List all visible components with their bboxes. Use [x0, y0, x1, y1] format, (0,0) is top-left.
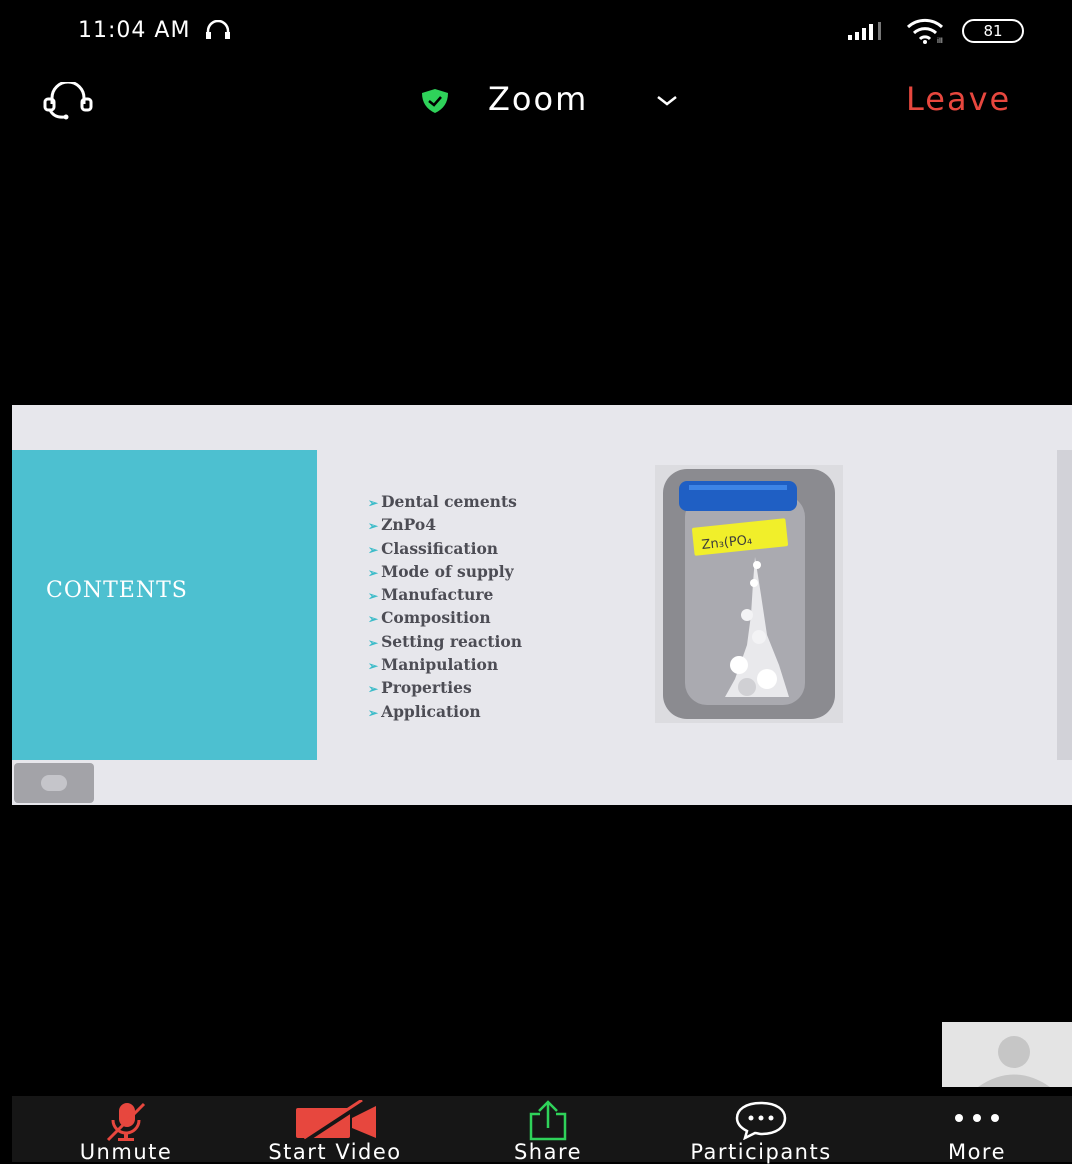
meeting-title[interactable]: Zoom — [488, 80, 588, 118]
list-item: ➢ Setting reaction — [368, 631, 522, 651]
list-item: ➢ Manipulation — [368, 655, 499, 675]
shared-screen[interactable]: CONTENTS ➢ Dental cements ➢ ZnPo4 ➢ Classif… — [12, 405, 1072, 805]
share-button[interactable]: Share — [484, 1096, 612, 1164]
participants-button[interactable]: Participants — [652, 1096, 870, 1164]
mic-off-icon — [102, 1100, 150, 1145]
list-item: ➢ Mode of supply — [368, 561, 514, 581]
list-item: ➢ Dental cements — [368, 492, 517, 511]
arrow-bullet-icon: ➢ — [368, 589, 379, 604]
share-label: Share — [513, 1140, 583, 1164]
list-item: ➢ Application — [368, 701, 481, 721]
annotation-toggle-button[interactable] — [14, 763, 94, 803]
leave-button[interactable]: Leave — [906, 80, 1011, 118]
more-icon — [953, 1112, 1001, 1127]
start-video-label: Start Video — [268, 1140, 402, 1164]
participants-icon — [734, 1100, 788, 1143]
status-time: 11:04 AM — [78, 18, 191, 43]
svg-text:ill: ill — [937, 37, 943, 44]
self-view-thumbnail[interactable] — [942, 1022, 1072, 1087]
arrow-bullet-icon: ➢ — [368, 542, 379, 557]
audio-icon[interactable] — [40, 80, 104, 124]
arrow-bullet-icon: ➢ — [368, 635, 379, 650]
slide-heading-panel: CONTENTS — [12, 450, 317, 760]
arrow-bullet-icon: ➢ — [368, 496, 379, 510]
arrow-bullet-icon: ➢ — [368, 705, 379, 720]
slide-contents-list: ➢ Dental cements ➢ ZnPo4 ➢ Classification ➢… — [368, 490, 522, 723]
shield-icon — [420, 88, 450, 118]
arrow-bullet-icon: ➢ — [368, 612, 379, 627]
avatar-placeholder-icon — [942, 1022, 1072, 1087]
list-item: ➢ Properties — [368, 678, 472, 698]
slide-heading: CONTENTS — [46, 578, 188, 603]
wifi-icon: ill — [905, 18, 947, 48]
headphones-icon — [205, 19, 231, 44]
next-slide-edge — [1057, 450, 1072, 760]
signal-icon — [848, 22, 890, 44]
battery-icon: 81 — [962, 19, 1024, 43]
more-label: More — [947, 1140, 1007, 1164]
list-item: ➢ Composition — [368, 608, 491, 628]
chevron-down-icon[interactable] — [656, 92, 678, 111]
video-off-icon — [292, 1098, 378, 1143]
arrow-bullet-icon: ➢ — [368, 519, 379, 534]
arrow-bullet-icon: ➢ — [368, 682, 379, 697]
share-icon — [527, 1100, 569, 1145]
test-tube-photo: Zn₃(PO₄ — [655, 465, 843, 723]
annotation-dot-icon — [41, 775, 67, 791]
arrow-bullet-icon: ➢ — [368, 659, 379, 674]
list-item: ➢ Manufacture — [368, 585, 494, 605]
meeting-toolbar: Unmute Start Video Share Participants Mo… — [12, 1096, 1072, 1164]
more-button[interactable]: More — [917, 1096, 1037, 1164]
unmute-button[interactable]: Unmute — [56, 1096, 196, 1164]
start-video-button[interactable]: Start Video — [230, 1096, 440, 1164]
participants-label: Participants — [690, 1140, 832, 1164]
unmute-label: Unmute — [79, 1140, 173, 1164]
list-item: ➢ ZnPo4 — [368, 515, 437, 535]
arrow-bullet-icon: ➢ — [368, 565, 379, 580]
list-item: ➢ Classification — [368, 538, 499, 558]
